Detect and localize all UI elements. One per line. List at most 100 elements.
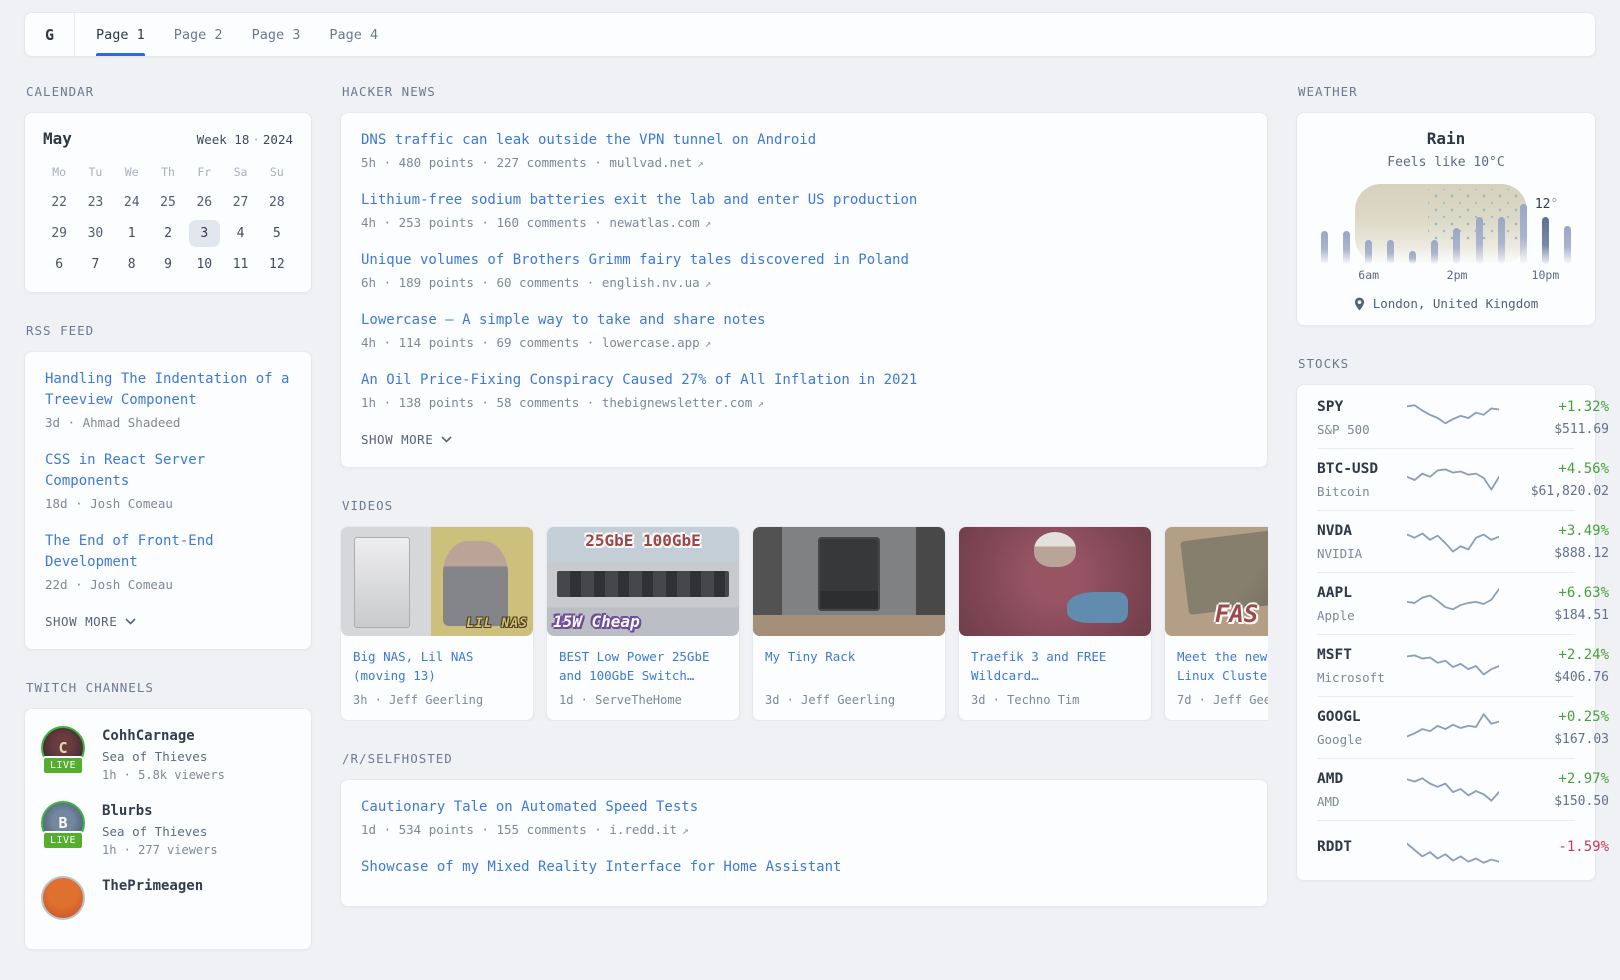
- video-thumbnail[interactable]: FAS: [1165, 527, 1268, 636]
- channel-name-link[interactable]: Blurbs: [102, 803, 218, 819]
- channel-avatar: CLIVE: [41, 726, 87, 770]
- calendar-day-header: Sa: [222, 156, 258, 187]
- sparkline-chart: [1407, 649, 1499, 683]
- tab-page-4[interactable]: Page 4: [329, 13, 378, 56]
- weather-card: Rain Feels like 10°C 12° 6am2pm10pm Lond…: [1296, 112, 1596, 326]
- degree-symbol: °: [1550, 197, 1558, 212]
- post-title-link[interactable]: An Oil Price-Fixing Conspiracy Caused 27…: [361, 370, 1247, 391]
- stock-row[interactable]: SPYS&P 500+1.32%$511.69: [1317, 387, 1575, 448]
- post-title-link[interactable]: Showcase of my Mixed Reality Interface f…: [361, 857, 1247, 878]
- video-title-link[interactable]: Big NAS, Lil NAS (moving 13): [353, 647, 521, 685]
- video-title-link[interactable]: My Tiny Rack: [765, 647, 933, 685]
- video-title-link[interactable]: Meet the new Linux Cluster: [1177, 647, 1268, 685]
- weather-bar-current: [1542, 217, 1549, 264]
- stock-change: +2.24%: [1499, 647, 1609, 663]
- calendar-day-selected[interactable]: 3: [186, 218, 222, 249]
- video-meta: 7d · Jeff Geerling: [1177, 693, 1268, 707]
- video-title-link[interactable]: BEST Low Power 25GbE and 100GbE Switch…: [559, 647, 727, 685]
- calendar-day[interactable]: 11: [222, 249, 258, 280]
- video-meta: 3d · Jeff Geerling: [765, 693, 933, 707]
- calendar-day[interactable]: 26: [186, 187, 222, 218]
- post-title-link[interactable]: Cautionary Tale on Automated Speed Tests: [361, 797, 1247, 818]
- stock-name: AMD: [1317, 794, 1407, 809]
- calendar-day[interactable]: 5: [259, 218, 295, 249]
- calendar-day[interactable]: 23: [77, 187, 113, 218]
- tab-page-3[interactable]: Page 3: [252, 13, 301, 56]
- rss-item: Handling The Indentation of a Treeview C…: [45, 369, 291, 430]
- stock-id: GOOGLGoogle: [1317, 709, 1407, 747]
- hacker-news-widget: HACKER NEWS DNS traffic can leak outside…: [340, 84, 1268, 468]
- calendar-day[interactable]: 29: [41, 218, 77, 249]
- post-meta: 5h · 480 points · 227 comments · mullvad…: [361, 155, 1247, 170]
- twitch-channel-row[interactable]: BLIVEBlurbsSea of Thieves1h · 277 viewer…: [41, 801, 295, 857]
- calendar-day[interactable]: 8: [114, 249, 150, 280]
- external-link-icon: ↗: [705, 277, 712, 290]
- top-nav: G Page 1 Page 2 Page 3 Page 4: [24, 12, 1596, 57]
- channel-name-link[interactable]: ThePrimeagen: [102, 878, 203, 894]
- calendar-day[interactable]: 6: [41, 249, 77, 280]
- stock-row[interactable]: BTC-USDBitcoin+4.56%$61,820.02: [1317, 448, 1575, 510]
- post-title-link[interactable]: Lowercase – A simple way to take and sha…: [361, 310, 1247, 331]
- app-logo[interactable]: G: [25, 13, 75, 56]
- stock-name: Apple: [1317, 608, 1407, 623]
- post-title-link[interactable]: The End of Front-End Development: [45, 531, 291, 573]
- post-title-link[interactable]: DNS traffic can leak outside the VPN tun…: [361, 130, 1247, 151]
- reddit-section-label: /R/SELFHOSTED: [342, 751, 1266, 766]
- hn-item: DNS traffic can leak outside the VPN tun…: [361, 130, 1247, 170]
- video-title-link[interactable]: Traefik 3 and FREE Wildcard…: [971, 647, 1139, 685]
- calendar-day[interactable]: 10: [186, 249, 222, 280]
- stock-price: $167.03: [1499, 732, 1609, 747]
- weather-bars: [1321, 182, 1571, 264]
- stock-row[interactable]: AMDAMD+2.97%$150.50: [1317, 758, 1575, 820]
- right-column: WEATHER Rain Feels like 10°C 12° 6am2pm1…: [1296, 84, 1596, 980]
- weather-condition: Rain: [1319, 129, 1573, 148]
- time-label: 2pm: [1447, 268, 1468, 282]
- stock-row[interactable]: AAPLApple+6.63%$184.51: [1317, 572, 1575, 634]
- channel-name-link[interactable]: CohhCarnage: [102, 728, 225, 744]
- tab-page-1[interactable]: Page 1: [96, 13, 145, 56]
- reddit-item: Cautionary Tale on Automated Speed Tests…: [361, 797, 1247, 837]
- video-thumbnail[interactable]: [753, 527, 945, 636]
- calendar-day[interactable]: 22: [41, 187, 77, 218]
- calendar-day[interactable]: 12: [259, 249, 295, 280]
- twitch-channel-row[interactable]: CLIVECohhCarnageSea of Thieves1h · 5.8k …: [41, 726, 295, 782]
- calendar-day[interactable]: 7: [77, 249, 113, 280]
- calendar-day[interactable]: 4: [222, 218, 258, 249]
- calendar-day[interactable]: 9: [150, 249, 186, 280]
- sparkline-chart: [1407, 525, 1499, 559]
- sparkline-chart: [1407, 463, 1499, 497]
- post-meta: 1h · 138 points · 58 comments · thebigne…: [361, 395, 1247, 410]
- video-thumbnail[interactable]: 25GbE 100GbE15W Cheap: [547, 527, 739, 636]
- stock-row[interactable]: RDDT-1.59%: [1317, 820, 1575, 878]
- twitch-widget: TWITCH CHANNELS CLIVECohhCarnageSea of T…: [24, 680, 312, 950]
- weather-chart: 12° 6am2pm10pm: [1321, 182, 1571, 279]
- post-title-link[interactable]: Lithium-free sodium batteries exit the l…: [361, 190, 1247, 211]
- twitch-channel-row[interactable]: ThePrimeagen: [41, 876, 295, 920]
- stock-row[interactable]: MSFTMicrosoft+2.24%$406.76: [1317, 634, 1575, 696]
- calendar-month: May: [43, 129, 72, 148]
- post-title-link[interactable]: Handling The Indentation of a Treeview C…: [45, 369, 291, 411]
- post-title-link[interactable]: Unique volumes of Brothers Grimm fairy t…: [361, 250, 1247, 271]
- calendar-day[interactable]: 1: [114, 218, 150, 249]
- stock-row[interactable]: GOOGLGoogle+0.25%$167.03: [1317, 696, 1575, 758]
- calendar-day[interactable]: 2: [150, 218, 186, 249]
- tab-page-2[interactable]: Page 2: [174, 13, 223, 56]
- stock-ticker: GOOGL: [1317, 709, 1407, 725]
- show-more-button[interactable]: SHOW MORE: [361, 430, 452, 459]
- video-thumbnail[interactable]: [959, 527, 1151, 636]
- stock-sparkline: [1407, 463, 1499, 497]
- weather-bar: [1564, 226, 1571, 264]
- hn-item: Lowercase – A simple way to take and sha…: [361, 310, 1247, 350]
- stock-row[interactable]: NVDANVIDIA+3.49%$888.12: [1317, 510, 1575, 572]
- weather-widget: WEATHER Rain Feels like 10°C 12° 6am2pm1…: [1296, 84, 1596, 326]
- video-thumbnail[interactable]: LIL NAS: [341, 527, 533, 636]
- stock-values: +6.63%$184.51: [1499, 585, 1609, 623]
- post-title-link[interactable]: CSS in React Server Components: [45, 450, 291, 492]
- calendar-day[interactable]: 27: [222, 187, 258, 218]
- calendar-day[interactable]: 25: [150, 187, 186, 218]
- show-more-button[interactable]: SHOW MORE: [45, 612, 136, 641]
- calendar-day[interactable]: 24: [114, 187, 150, 218]
- calendar-day[interactable]: 30: [77, 218, 113, 249]
- stock-id: RDDT: [1317, 839, 1407, 862]
- calendar-day[interactable]: 28: [259, 187, 295, 218]
